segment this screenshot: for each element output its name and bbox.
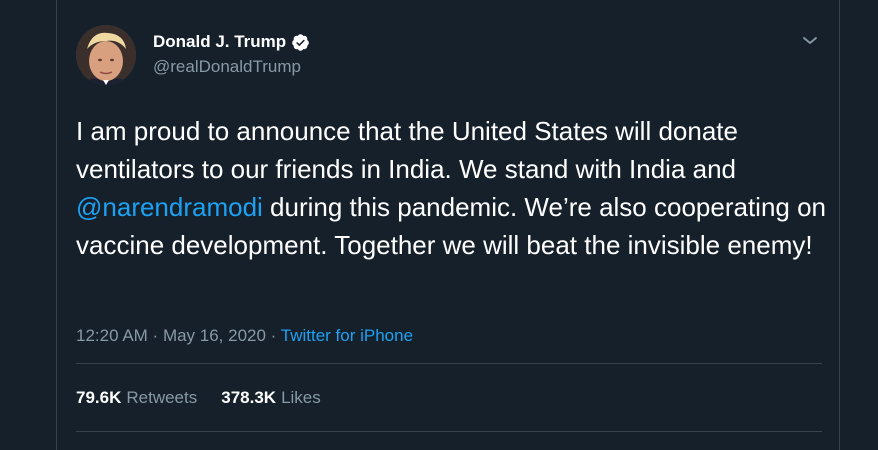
author-handle[interactable]: @realDonaldTrump [153,56,301,78]
mention-link[interactable]: @narendramodi [76,192,263,222]
author-name-row[interactable]: Donald J. Trump [153,31,310,53]
retweets-stat[interactable]: 79.6K Retweets [76,387,197,409]
meta-separator: · [265,326,281,345]
tweet-time[interactable]: 12:20 AM [76,326,148,345]
verified-badge-icon [291,33,310,52]
likes-stat[interactable]: 378.3K Likes [221,387,321,409]
avatar[interactable] [76,25,136,85]
avatar-image [76,25,136,85]
tweet-text: I am proud to announce that the United S… [76,112,836,264]
retweets-label: Retweets [126,388,198,407]
tweet-date[interactable]: May 16, 2020 [163,326,266,345]
chevron-down-icon[interactable] [798,28,822,52]
engagement-stats: 79.6K Retweets 378.3K Likes [76,387,321,409]
divider [76,431,822,432]
likes-label: Likes [281,388,321,407]
tweet-source-link[interactable]: Twitter for iPhone [281,326,413,345]
likes-count: 378.3K [221,388,277,407]
retweets-count: 79.6K [76,388,122,407]
tweet-text-part: I am proud to announce that the United S… [76,116,746,184]
author-display-name[interactable]: Donald J. Trump [153,31,286,53]
tweet-meta: 12:20 AM · May 16, 2020 · Twitter for iP… [76,325,413,347]
divider [76,363,822,364]
meta-separator: · [147,326,163,345]
